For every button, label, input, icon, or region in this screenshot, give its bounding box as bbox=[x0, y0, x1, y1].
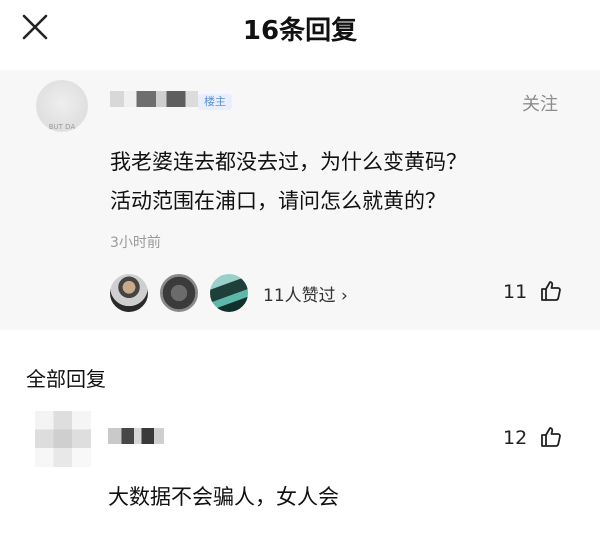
liker-avatar[interactable] bbox=[158, 272, 200, 314]
follow-button[interactable]: 关注 bbox=[522, 90, 558, 116]
header: 16条回复 bbox=[0, 0, 600, 56]
reply-avatar-overlay bbox=[35, 411, 91, 467]
likes-summary-link[interactable]: 11人赞过 › bbox=[263, 281, 348, 306]
thumbs-up-icon[interactable] bbox=[539, 425, 563, 449]
liker-avatars[interactable] bbox=[108, 272, 268, 314]
reply-text: 大数据不会骗人，女人会 bbox=[108, 485, 339, 509]
reply-like-count: 12 bbox=[503, 427, 528, 449]
op-badge: 楼主 bbox=[198, 94, 232, 110]
page-title: 16条回复 bbox=[242, 16, 358, 46]
op-username-blurred[interactable] bbox=[110, 91, 198, 107]
thumbs-up-icon[interactable] bbox=[539, 279, 563, 303]
liker-avatar[interactable] bbox=[208, 272, 250, 314]
op-text-line-1: 我老婆连去都没去过，为什么变黄码？ bbox=[110, 150, 467, 174]
post-time: 3小时前 bbox=[110, 235, 161, 251]
op-text-line-2: 活动范围在浦口，请问怎么就黄的？ bbox=[110, 189, 446, 213]
reply-username-blurred[interactable] bbox=[108, 428, 164, 444]
liker-avatar[interactable] bbox=[108, 272, 150, 314]
all-replies-heading: 全部回复 bbox=[26, 367, 106, 391]
original-post: BUT DA 楼主 关注 我老婆连去都没去过，为什么变黄码？ 活动范围在浦口，请… bbox=[0, 70, 600, 330]
op-avatar-caption: BUT DA bbox=[48, 123, 76, 131]
op-like-count: 11 bbox=[503, 281, 528, 303]
